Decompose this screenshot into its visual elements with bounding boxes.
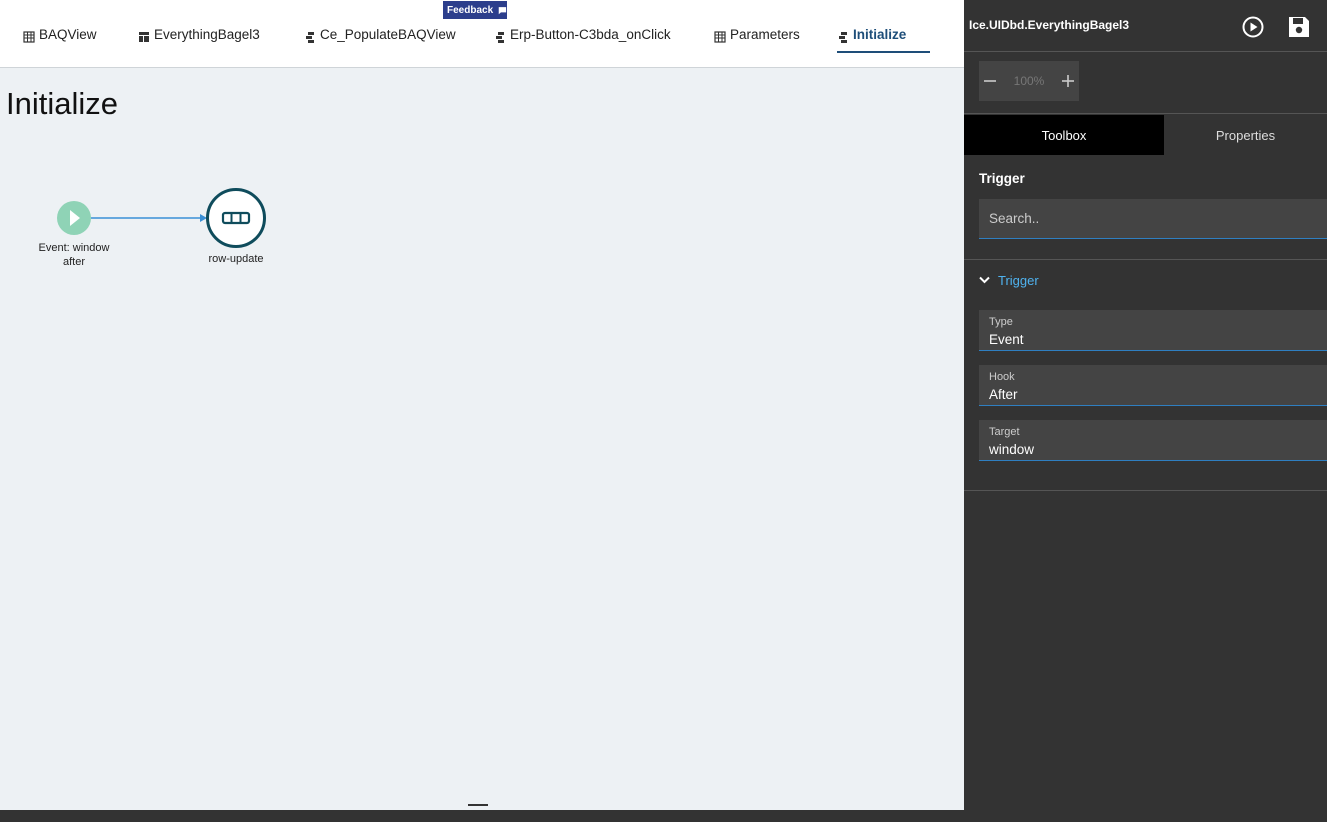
feedback-button[interactable]: Feedback — [443, 1, 507, 19]
start-node-label-line2: after — [62, 256, 85, 268]
tab-everythingbagel3[interactable]: EverythingBagel3 — [138, 27, 260, 53]
properties-panel: Ice.UIDbd.EverythingBagel3 100% Toolbox … — [964, 0, 1327, 822]
trigger-group-label: Trigger — [998, 272, 1039, 288]
plus-icon — [1062, 75, 1074, 87]
tab-bar: BAQView EverythingBagel3 Ce_PopulateBAQV… — [0, 0, 964, 68]
event-icon — [839, 32, 847, 43]
tab-label: Initialize — [853, 27, 907, 42]
start-event-node[interactable] — [57, 201, 91, 235]
zoom-in-button[interactable] — [1057, 61, 1079, 101]
tab-label: EverythingBagel3 — [154, 27, 260, 42]
start-node-label-line1: Event: window — [38, 242, 110, 254]
type-label: Type — [989, 316, 1013, 328]
panel-tabs: Toolbox Properties — [964, 115, 1327, 155]
trigger-group-toggle[interactable]: Trigger — [979, 271, 1039, 289]
tab-toolbox[interactable]: Toolbox — [964, 115, 1164, 155]
minus-icon — [984, 80, 996, 82]
tab-label: Ce_PopulateBAQView — [320, 27, 456, 42]
tab-label: BAQView — [39, 27, 97, 42]
action-node-label: row-update — [208, 253, 264, 265]
tab-initialize[interactable]: Initialize — [837, 27, 930, 53]
zoom-toolbar: 100% — [964, 52, 1327, 114]
tab-parameters[interactable]: Parameters — [714, 27, 800, 53]
row-update-node[interactable] — [206, 188, 266, 248]
search-input[interactable] — [979, 199, 1327, 239]
connector-arrow — [200, 214, 207, 222]
zoom-level: 100% — [1013, 74, 1045, 88]
zoom-out-button[interactable] — [979, 61, 1001, 101]
comment-icon — [498, 6, 507, 14]
target-value: window — [989, 442, 1035, 457]
feedback-label: Feedback — [447, 4, 494, 16]
tab-label: Parameters — [730, 27, 800, 42]
start-node-label: Event: window after — [24, 241, 124, 269]
type-field[interactable]: Type Event — [979, 310, 1327, 351]
flow-diagram — [57, 188, 266, 248]
panel-title: Ice.UIDbd.EverythingBagel3 — [969, 18, 1130, 32]
type-value: Event — [989, 332, 1024, 347]
section-label: Trigger — [979, 171, 1025, 186]
panel-header: Ice.UIDbd.EverythingBagel3 — [964, 0, 1327, 52]
resize-handle[interactable] — [468, 804, 488, 806]
target-field[interactable]: Target window — [979, 420, 1327, 461]
run-icon[interactable] — [1241, 15, 1265, 39]
hook-label: Hook — [989, 371, 1015, 383]
tab-label: Erp-Button-C3bda_onClick — [510, 27, 671, 42]
chevron-down-icon — [979, 276, 990, 284]
tab-ce-populatebaqview[interactable]: Ce_PopulateBAQView — [304, 27, 456, 53]
table-icon — [23, 31, 35, 43]
event-icon — [496, 32, 504, 43]
layout-icon — [139, 32, 149, 42]
divider — [964, 490, 1327, 491]
hook-field[interactable]: Hook After — [979, 365, 1327, 406]
flow-canvas[interactable]: Event: window after row-update — [0, 68, 964, 810]
table-icon — [714, 31, 726, 43]
save-icon[interactable] — [1287, 15, 1311, 39]
bottom-bar — [0, 810, 964, 822]
divider — [964, 259, 1327, 260]
tab-erp-button-onclick[interactable]: Erp-Button-C3bda_onClick — [494, 27, 671, 53]
event-icon — [306, 32, 314, 43]
tab-baqview[interactable]: BAQView — [23, 27, 97, 53]
target-label: Target — [989, 426, 1020, 438]
designer-area: BAQView EverythingBagel3 Ce_PopulateBAQV… — [0, 0, 964, 822]
tab-properties[interactable]: Properties — [1164, 115, 1327, 155]
hook-value: After — [989, 387, 1018, 402]
zoom-control: 100% — [979, 61, 1079, 101]
